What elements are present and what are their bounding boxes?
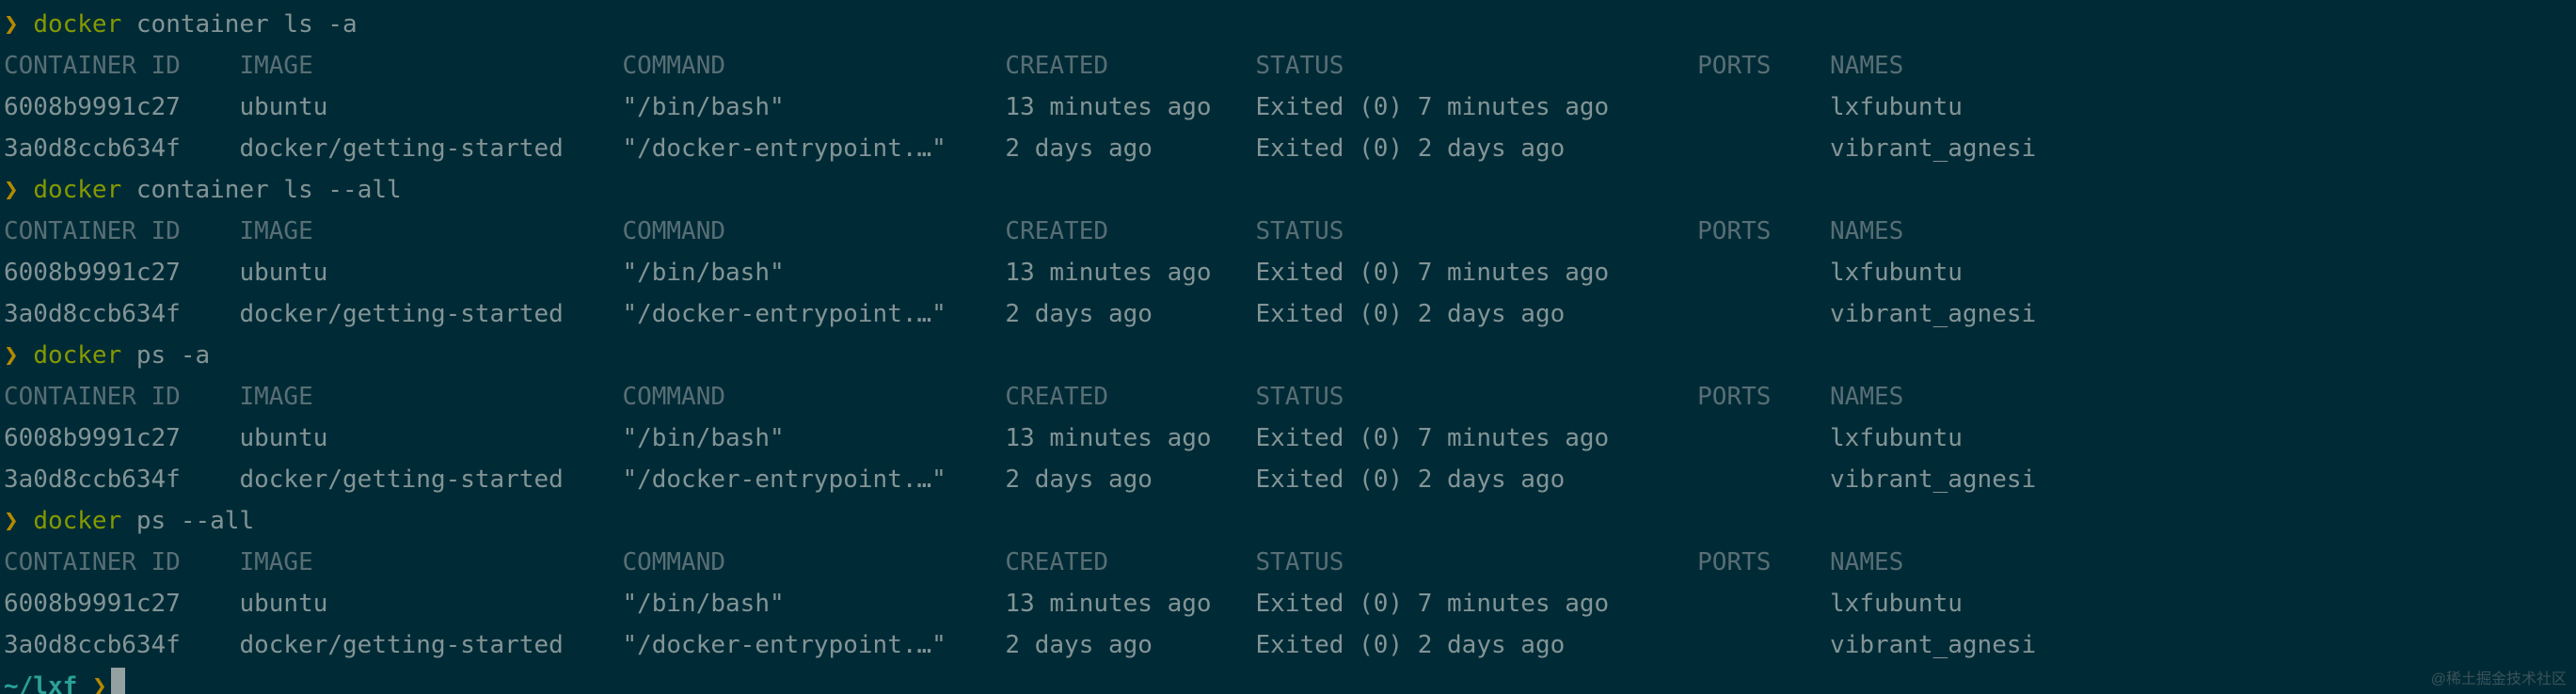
table-header: CONTAINER ID IMAGE COMMAND CREATED STATU… — [4, 211, 2572, 252]
command-line: ❯ docker container ls --all — [4, 169, 2572, 211]
command-binary: docker — [33, 507, 121, 535]
command-line: ❯ docker ps -a — [4, 335, 2572, 376]
table-row: 6008b9991c27 ubuntu "/bin/bash" 13 minut… — [4, 87, 2572, 128]
prompt-symbol: ❯ — [4, 507, 19, 535]
table-row: 3a0d8ccb634f docker/getting-started "/do… — [4, 624, 2572, 666]
command-line: ❯ docker ps --all — [4, 500, 2572, 542]
table-header: CONTAINER ID IMAGE COMMAND CREATED STATU… — [4, 376, 2572, 418]
terminal-output: ❯ docker container ls -aCONTAINER ID IMA… — [0, 0, 2576, 694]
prompt-symbol: ❯ — [4, 341, 19, 370]
prompt-symbol: ❯ — [4, 10, 19, 39]
cwd-path: ~/lxf — [4, 672, 77, 694]
table-row: 3a0d8ccb634f docker/getting-started "/do… — [4, 459, 2572, 500]
watermark-text: @稀土掘金技术社区 — [2431, 666, 2567, 688]
table-row: 6008b9991c27 ubuntu "/bin/bash" 13 minut… — [4, 418, 2572, 459]
prompt-symbol: ❯ — [92, 672, 107, 694]
table-header: CONTAINER ID IMAGE COMMAND CREATED STATU… — [4, 45, 2572, 87]
cursor[interactable] — [111, 668, 125, 694]
table-row: 6008b9991c27 ubuntu "/bin/bash" 13 minut… — [4, 583, 2572, 624]
table-row: 3a0d8ccb634f docker/getting-started "/do… — [4, 293, 2572, 335]
command-args: ps -a — [121, 341, 210, 370]
command-line: ❯ docker container ls -a — [4, 4, 2572, 45]
final-prompt: ~/lxf ❯ — [4, 666, 2572, 694]
table-row: 3a0d8ccb634f docker/getting-started "/do… — [4, 128, 2572, 169]
command-binary: docker — [33, 176, 121, 204]
command-args: container ls --all — [121, 176, 401, 204]
table-header: CONTAINER ID IMAGE COMMAND CREATED STATU… — [4, 542, 2572, 583]
command-binary: docker — [33, 10, 121, 39]
table-row: 6008b9991c27 ubuntu "/bin/bash" 13 minut… — [4, 252, 2572, 293]
command-binary: docker — [33, 341, 121, 370]
command-args: container ls -a — [121, 10, 357, 39]
command-args: ps --all — [121, 507, 254, 535]
prompt-symbol: ❯ — [4, 176, 19, 204]
